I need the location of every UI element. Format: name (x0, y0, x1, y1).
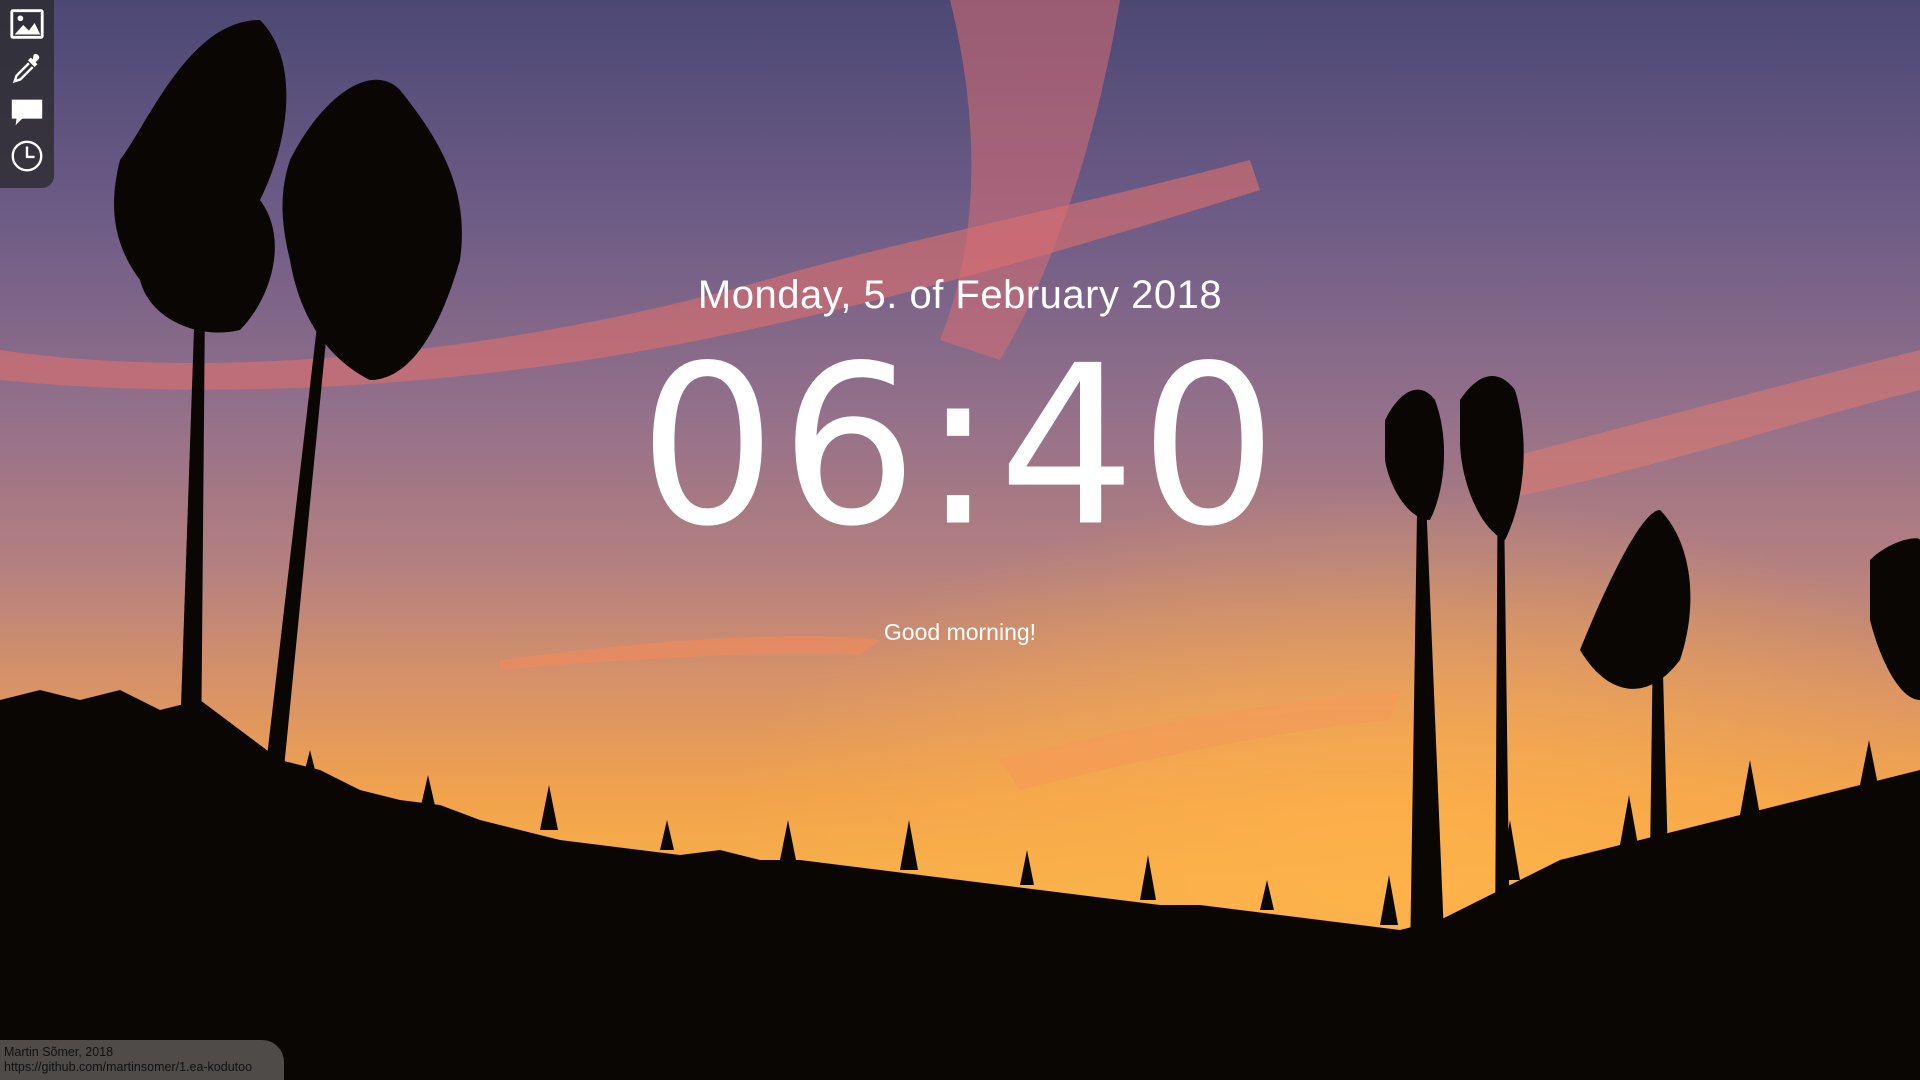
credit-author: Martin Sõmer, 2018 (4, 1045, 114, 1059)
image-icon (10, 9, 44, 39)
eyedropper-icon (12, 53, 40, 84)
greeting-button[interactable] (6, 91, 48, 133)
time-display: 06:40 (638, 318, 1282, 575)
photo-credit: Martin Sõmer, 2018 https://github.com/ma… (0, 1040, 284, 1080)
color-picker-button[interactable] (6, 47, 48, 89)
clock-icon (11, 140, 43, 172)
side-toolbar (0, 0, 54, 188)
greeting-text: Good morning! (883, 619, 1037, 645)
date-display: Monday, 5. of February 2018 (697, 273, 1223, 317)
background-image-button[interactable] (6, 3, 48, 45)
clock-format-button[interactable] (6, 135, 48, 177)
speech-bubble-icon (11, 99, 43, 126)
credit-link[interactable]: https://github.com/martinsomer/1.ea-kodu… (4, 1060, 284, 1075)
clock-panel: Monday, 5. of February 2018 06:40 Good m… (0, 265, 1920, 646)
